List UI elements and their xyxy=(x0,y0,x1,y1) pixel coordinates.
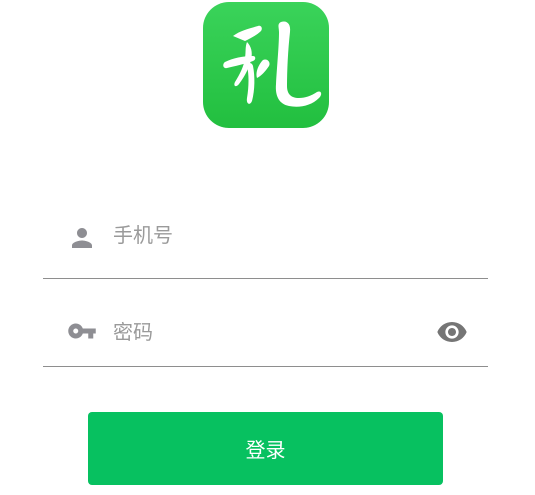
phone-input[interactable] xyxy=(113,219,413,251)
login-button[interactable]: 登录 xyxy=(88,412,443,485)
person-icon xyxy=(67,223,97,253)
eye-icon[interactable] xyxy=(434,316,470,348)
li-calligraphy-logo-icon xyxy=(223,21,322,107)
key-icon xyxy=(67,316,97,346)
app-logo xyxy=(203,2,329,128)
phone-field xyxy=(43,205,488,279)
password-field xyxy=(43,300,488,367)
password-input[interactable] xyxy=(113,316,413,348)
